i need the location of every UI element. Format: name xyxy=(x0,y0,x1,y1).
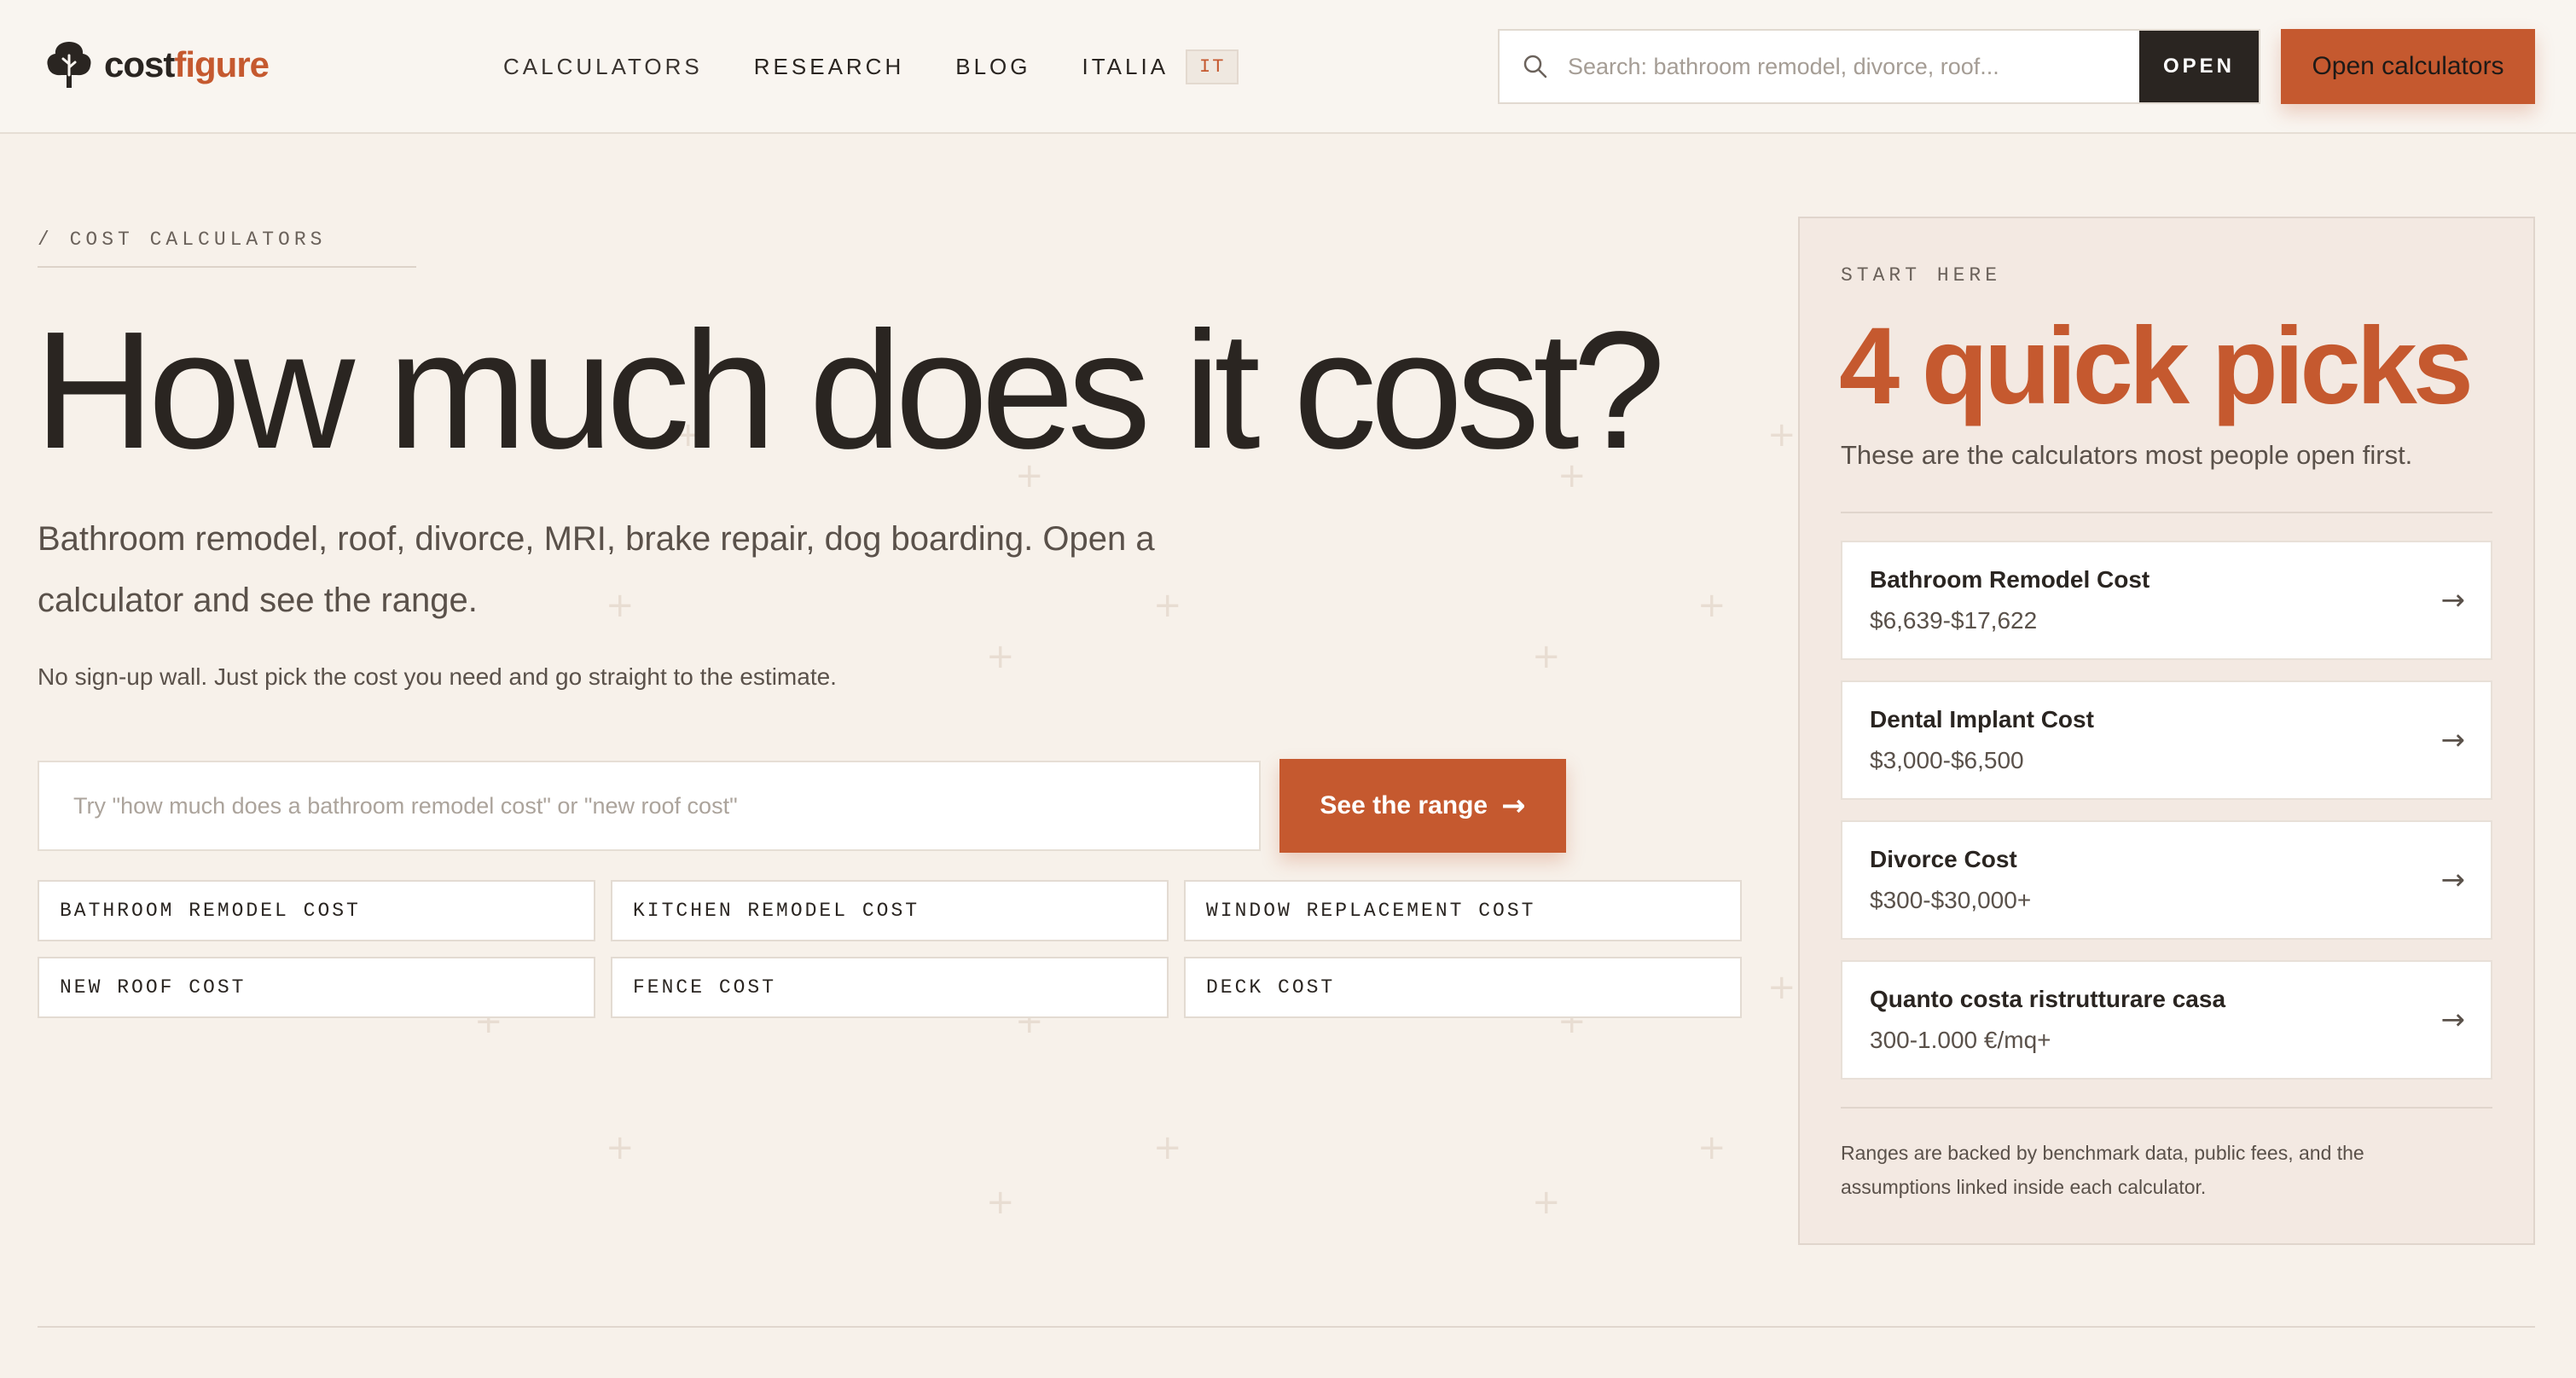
cost-search-input[interactable] xyxy=(38,761,1261,851)
section-divider xyxy=(38,1326,2535,1328)
bg-plus-icon: + xyxy=(1153,1128,1182,1167)
language-badge[interactable]: IT xyxy=(1186,49,1239,84)
open-calculators-button[interactable]: Open calculators xyxy=(2281,29,2535,104)
pick-name: Dental Implant Cost xyxy=(1870,706,2094,732)
panel-description: These are the calculators most people op… xyxy=(1841,440,2413,470)
bg-plus-icon: + xyxy=(986,637,1015,676)
nav-blog[interactable]: BLOG xyxy=(955,54,1030,80)
see-range-button[interactable]: See the range → xyxy=(1279,759,1566,853)
bg-plus-icon: + xyxy=(986,1183,1015,1222)
pick-name: Divorce Cost xyxy=(1870,846,2017,872)
bg-plus-icon: + xyxy=(1767,968,1796,1007)
bg-plus-icon: + xyxy=(1767,415,1796,455)
quick-picks-panel: START HERE 4 quick picks These are the c… xyxy=(1798,217,2535,1245)
chip-fence[interactable]: FENCE COST xyxy=(611,957,1169,1018)
pick-range: 300-1.000 €/mq+ xyxy=(1870,1027,2051,1053)
bg-plus-icon: + xyxy=(1532,1183,1561,1222)
arrow-right-icon: → xyxy=(2440,1003,2466,1037)
logo-text: costfigure xyxy=(104,44,270,84)
arrow-right-icon: → xyxy=(2440,583,2466,617)
chip-new-roof[interactable]: NEW ROOF COST xyxy=(38,957,595,1018)
nav-italia[interactable]: ITALIA xyxy=(1082,54,1169,80)
panel-label: START HERE xyxy=(1841,264,2002,287)
picks-list: Bathroom Remodel Cost $6,639-$17,622 → D… xyxy=(1841,541,2492,1100)
arrow-right-icon: → xyxy=(2440,723,2466,757)
breadcrumb-divider xyxy=(38,266,416,268)
nav-research[interactable]: RESEARCH xyxy=(754,54,904,80)
chip-bathroom-remodel[interactable]: BATHROOM REMODEL COST xyxy=(38,880,595,941)
search-icon xyxy=(1523,55,1547,78)
bg-plus-icon: + xyxy=(1697,1128,1726,1167)
bg-plus-icon: + xyxy=(1697,586,1726,625)
pick-card-divorce[interactable]: Divorce Cost $300-$30,000+ → xyxy=(1841,820,2492,940)
tree-logo-icon xyxy=(47,42,91,88)
bg-plus-icon: + xyxy=(606,1128,635,1167)
breadcrumb: / COST CALCULATORS xyxy=(38,229,327,251)
pick-card-bathroom-remodel[interactable]: Bathroom Remodel Cost $6,639-$17,622 → xyxy=(1841,541,2492,660)
pick-range: $6,639-$17,622 xyxy=(1870,607,2038,634)
bg-plus-icon: + xyxy=(1532,637,1561,676)
panel-title: 4 quick picks xyxy=(1839,305,2474,427)
main-nav: CALCULATORS RESEARCH BLOG ITALIA IT xyxy=(503,49,1239,84)
hero-note: No sign-up wall. Just pick the cost you … xyxy=(38,663,837,690)
arrow-right-icon: → xyxy=(2440,863,2466,897)
nav-calculators[interactable]: CALCULATORS xyxy=(503,54,703,80)
open-button[interactable]: OPEN xyxy=(2139,31,2259,102)
logo[interactable]: costfigure xyxy=(43,38,270,92)
header-search-input[interactable] xyxy=(1568,31,2139,102)
site-header: costfigure CALCULATORS RESEARCH BLOG ITA… xyxy=(0,0,2576,134)
see-range-label: See the range xyxy=(1320,791,1488,819)
panel-footnote: Ranges are backed by benchmark data, pub… xyxy=(1841,1142,2364,1198)
chip-kitchen-remodel[interactable]: KITCHEN REMODEL COST xyxy=(611,880,1169,941)
header-search: OPEN xyxy=(1498,29,2260,104)
arrow-right-icon: → xyxy=(1501,789,1526,823)
panel-divider xyxy=(1841,512,2492,513)
pick-range: $3,000-$6,500 xyxy=(1870,747,2024,773)
quick-chips: BATHROOM REMODEL COST KITCHEN REMODEL CO… xyxy=(38,880,1743,1018)
panel-divider xyxy=(1841,1107,2492,1109)
pick-name: Bathroom Remodel Cost xyxy=(1870,566,2150,593)
pick-name: Quanto costa ristrutturare casa xyxy=(1870,986,2226,1012)
pick-card-ristrutturare-casa[interactable]: Quanto costa ristrutturare casa 300-1.00… xyxy=(1841,960,2492,1080)
pick-range: $300-$30,000+ xyxy=(1870,887,2032,913)
chip-window-replacement[interactable]: WINDOW REPLACEMENT COST xyxy=(1184,880,1742,941)
pick-card-dental-implant[interactable]: Dental Implant Cost $3,000-$6,500 → xyxy=(1841,680,2492,800)
hero-subtitle: Bathroom remodel, roof, divorce, MRI, br… xyxy=(38,520,1155,619)
chip-deck[interactable]: DECK COST xyxy=(1184,957,1742,1018)
page-title: How much does it cost? xyxy=(34,297,1666,483)
